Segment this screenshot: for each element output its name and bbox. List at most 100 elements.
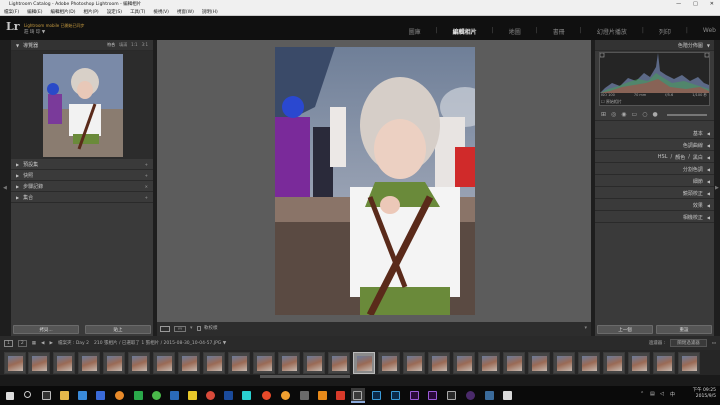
zoom-3-1[interactable]: 3:1 bbox=[142, 42, 148, 48]
edge-icon[interactable] bbox=[78, 391, 87, 400]
menu-develop[interactable]: 編輯相片(D) bbox=[50, 9, 75, 15]
zoom-fill[interactable]: 填滿 bbox=[119, 42, 127, 48]
filmstrip[interactable] bbox=[0, 350, 720, 378]
module-map[interactable]: 地圖 bbox=[509, 27, 521, 36]
filmstrip-thumb[interactable] bbox=[153, 352, 175, 374]
paste-button[interactable]: 貼上 bbox=[85, 325, 151, 334]
filmstrip-thumb[interactable] bbox=[403, 352, 425, 374]
filmstrip-thumb[interactable] bbox=[678, 352, 700, 374]
original-photo-toggle[interactable]: ☐ 原始相片 bbox=[601, 99, 622, 105]
filmstrip-toggle-icon[interactable]: ▭ bbox=[712, 341, 720, 346]
file-explorer-icon[interactable] bbox=[60, 391, 69, 400]
minimize-button[interactable]: — bbox=[676, 1, 681, 7]
filmstrip-thumb[interactable] bbox=[653, 352, 675, 374]
browser-icon[interactable] bbox=[262, 391, 271, 400]
filmstrip-thumb-selected[interactable] bbox=[353, 352, 375, 374]
previous-button[interactable]: 上一個 bbox=[597, 325, 653, 334]
app-icon[interactable] bbox=[336, 391, 345, 400]
app-icon[interactable] bbox=[447, 391, 456, 400]
reset-button[interactable]: 重設 bbox=[656, 325, 712, 334]
right-panel-toggle-icon[interactable]: ▶ bbox=[715, 185, 719, 191]
app-icon[interactable] bbox=[300, 391, 309, 400]
hsl-header[interactable]: HSL / 顏色 / 黑白 ◀ bbox=[595, 152, 714, 163]
bw-tab[interactable]: 黑白 bbox=[693, 154, 703, 161]
filmstrip-thumb[interactable] bbox=[478, 352, 500, 374]
app-icon[interactable] bbox=[466, 391, 475, 400]
volume-icon[interactable]: ◁ bbox=[660, 391, 664, 397]
photo-count[interactable]: 210 張相片 / 已選取了 1 張相片 / 2015-08-30_10-04-… bbox=[94, 340, 226, 346]
module-slideshow[interactable]: 幻燈片播放 bbox=[597, 27, 627, 36]
wechat-icon[interactable] bbox=[152, 391, 161, 400]
maximize-button[interactable]: □ bbox=[693, 1, 698, 7]
back-arrow-icon[interactable]: ◀ bbox=[41, 341, 44, 346]
skype-icon[interactable] bbox=[170, 391, 179, 400]
task-view-icon[interactable] bbox=[42, 391, 51, 400]
toolbar-dropdown-icon[interactable]: ▾ bbox=[190, 325, 193, 331]
folder-path[interactable]: 檔案夾 : Day 2 bbox=[58, 340, 89, 346]
chrome-icon[interactable] bbox=[206, 391, 215, 400]
store-icon[interactable] bbox=[96, 391, 105, 400]
steam-icon[interactable] bbox=[224, 391, 233, 400]
filmstrip-thumb[interactable] bbox=[53, 352, 75, 374]
forward-arrow-icon[interactable]: ▶ bbox=[49, 341, 52, 346]
filmstrip-thumb[interactable] bbox=[253, 352, 275, 374]
filmstrip-thumb[interactable] bbox=[528, 352, 550, 374]
navigator-preview[interactable] bbox=[11, 51, 153, 159]
firefox-icon[interactable] bbox=[115, 391, 124, 400]
color-tab[interactable]: 顏色 bbox=[675, 154, 685, 161]
red-eye-icon[interactable]: ◉ bbox=[621, 111, 626, 118]
add-preset-icon[interactable]: + bbox=[145, 162, 148, 167]
hsl-tab[interactable]: HSL bbox=[658, 154, 668, 161]
collections-header[interactable]: ▶ 集合 + bbox=[11, 192, 153, 203]
tone-curve-header[interactable]: 色調曲線 ◀ bbox=[595, 140, 714, 151]
filmstrip-thumb[interactable] bbox=[78, 352, 100, 374]
photoshop-icon[interactable] bbox=[391, 391, 400, 400]
page-1-button[interactable]: 1 bbox=[4, 339, 13, 347]
filmstrip-thumb[interactable] bbox=[103, 352, 125, 374]
adjustment-brush-icon[interactable]: ● bbox=[652, 111, 657, 118]
graduated-filter-icon[interactable]: ▭ bbox=[632, 111, 638, 118]
menu-help[interactable]: 說明(H) bbox=[202, 9, 218, 15]
menu-file[interactable]: 檔案(F) bbox=[4, 9, 19, 15]
module-web[interactable]: Web bbox=[703, 27, 716, 36]
menu-photo[interactable]: 相片(P) bbox=[83, 9, 98, 15]
filmstrip-thumb[interactable] bbox=[328, 352, 350, 374]
vlc-icon[interactable] bbox=[318, 391, 327, 400]
grid-view-icon[interactable]: ▦ bbox=[32, 341, 36, 346]
app-icon[interactable] bbox=[503, 391, 512, 400]
close-button[interactable]: ✕ bbox=[710, 1, 714, 7]
filmstrip-thumb[interactable] bbox=[278, 352, 300, 374]
windows-start-icon[interactable] bbox=[6, 392, 14, 400]
taskbar-clock[interactable]: 下午 09:25 2015/9/5 bbox=[693, 388, 716, 400]
camera-calibration-header[interactable]: 相機校正 ◀ bbox=[595, 212, 714, 223]
loupe-view-icon[interactable] bbox=[160, 326, 170, 332]
filmstrip-thumb[interactable] bbox=[378, 352, 400, 374]
clear-history-icon[interactable]: ✕ bbox=[145, 184, 148, 189]
module-develop[interactable]: 編輯相片 bbox=[453, 27, 477, 36]
photoshop-icon[interactable] bbox=[372, 391, 381, 400]
filmstrip-thumb[interactable] bbox=[578, 352, 600, 374]
filmstrip-thumb[interactable] bbox=[28, 352, 50, 374]
navigator-header[interactable]: ▼ 導覽器 符合 填滿 1:1 3:1 bbox=[11, 40, 153, 51]
filmstrip-thumb[interactable] bbox=[628, 352, 650, 374]
user-name[interactable]: 莊 琦 琮 ▼ bbox=[24, 29, 45, 35]
presets-header[interactable]: ▶ 預設集 + bbox=[11, 159, 153, 170]
module-print[interactable]: 列印 bbox=[659, 27, 671, 36]
snapshots-header[interactable]: ▶ 快照 + bbox=[11, 170, 153, 181]
before-after-icon[interactable]: YY bbox=[174, 326, 186, 332]
menu-settings[interactable]: 設定(S) bbox=[107, 9, 122, 15]
premiere-icon[interactable] bbox=[428, 391, 437, 400]
filmstrip-thumb[interactable] bbox=[128, 352, 150, 374]
filmstrip-thumb[interactable] bbox=[228, 352, 250, 374]
module-book[interactable]: 書冊 bbox=[553, 27, 565, 36]
basic-header[interactable]: 基本 ◀ bbox=[595, 128, 714, 139]
module-library[interactable]: 圖庫 bbox=[409, 27, 421, 36]
menu-window[interactable]: 視窗(W) bbox=[177, 9, 194, 15]
spot-removal-icon[interactable]: ◎ bbox=[611, 111, 616, 118]
filmstrip-thumb[interactable] bbox=[553, 352, 575, 374]
keyboard-icon[interactable]: 中 bbox=[670, 391, 675, 398]
search-icon[interactable] bbox=[24, 391, 31, 398]
tray-up-arrow-icon[interactable]: ⌃ bbox=[640, 391, 644, 397]
after-effects-icon[interactable] bbox=[410, 391, 419, 400]
zoom-fit[interactable]: 符合 bbox=[107, 42, 115, 48]
